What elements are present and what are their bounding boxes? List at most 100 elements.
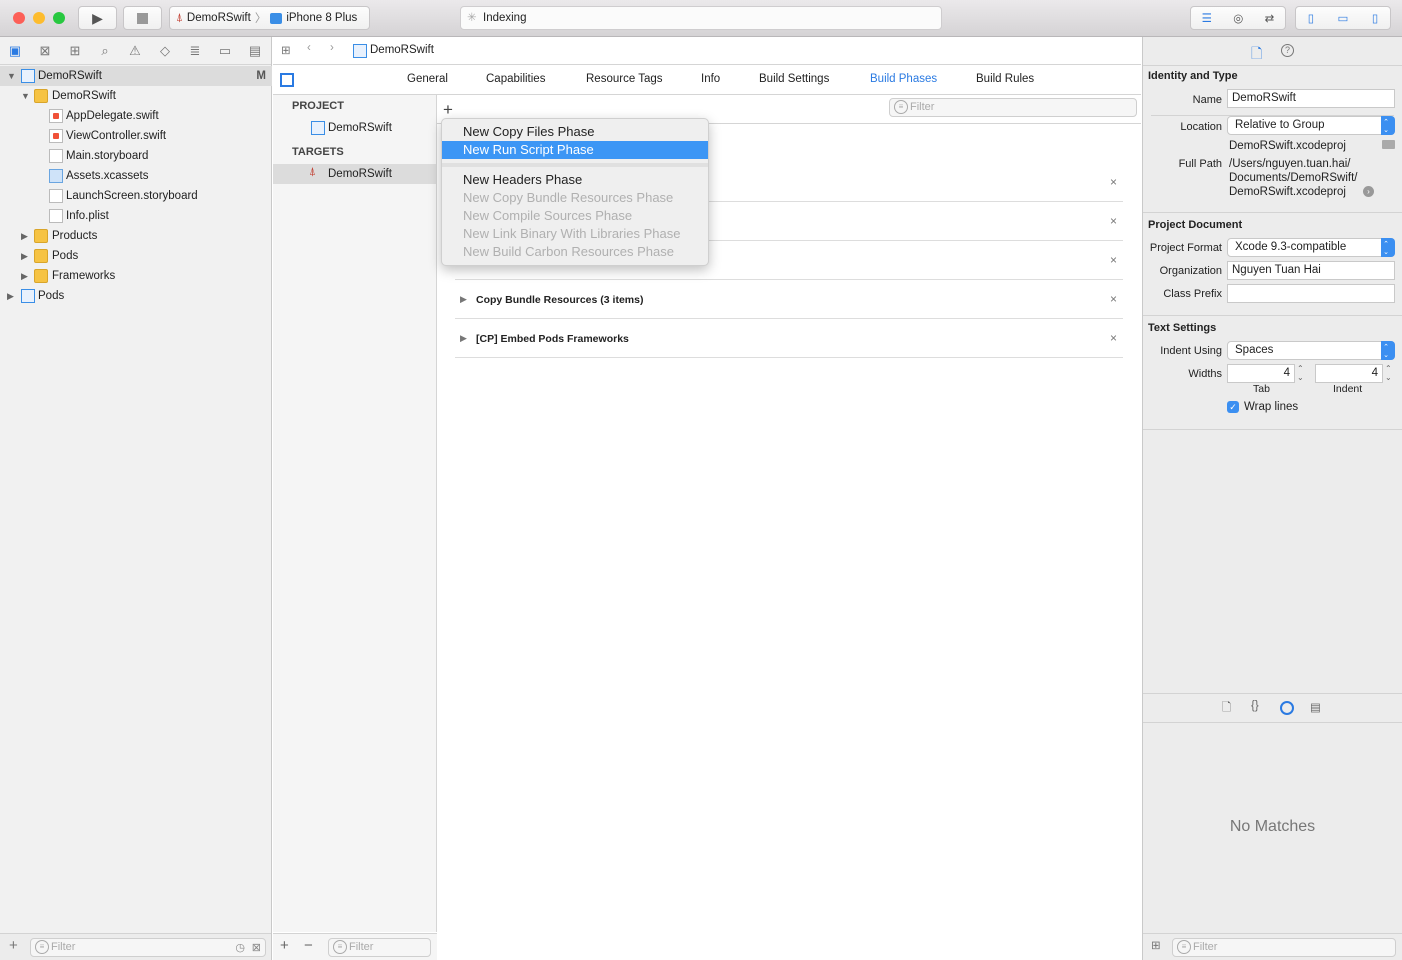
- add-build-phase-button[interactable]: +: [443, 100, 453, 120]
- add-icon[interactable]: +: [9, 937, 18, 954]
- version-editor-icon[interactable]: ⇄: [1265, 11, 1275, 25]
- object-library-icon[interactable]: [1280, 701, 1294, 715]
- view-toggle-control[interactable]: ▯ ▭ ▯: [1295, 6, 1391, 30]
- project-item[interactable]: DemoRSwift: [273, 118, 436, 138]
- disclosure-closed-icon[interactable]: ▶: [7, 286, 14, 306]
- code-snippet-library-icon[interactable]: {}: [1251, 700, 1259, 712]
- delete-phase-icon[interactable]: ×: [1110, 175, 1117, 189]
- related-items-icon[interactable]: ⊞: [281, 43, 291, 57]
- grid-view-icon[interactable]: ⊞: [1151, 938, 1161, 952]
- tree-item-file[interactable]: Main.storyboard: [0, 146, 272, 166]
- build-phase-filter-input[interactable]: Filter: [889, 98, 1137, 117]
- help-icon[interactable]: ?: [1281, 44, 1294, 57]
- editor-mode-control[interactable]: ☰ ◎ ⇄: [1190, 6, 1286, 30]
- tree-item-group[interactable]: ▶ Products: [0, 226, 272, 246]
- reveal-in-finder-icon[interactable]: ›: [1363, 186, 1374, 197]
- tree-item-group[interactable]: ▶ Pods: [0, 246, 272, 266]
- tab-info[interactable]: Info: [701, 73, 720, 85]
- delete-phase-icon[interactable]: ×: [1110, 253, 1117, 267]
- tree-item-group[interactable]: ▼ DemoRSwift: [0, 86, 272, 106]
- tree-item-project[interactable]: ▶ Pods: [0, 286, 272, 306]
- close-window-button[interactable]: [13, 12, 25, 24]
- target-item[interactable]: ⍋ DemoRSwift: [273, 164, 436, 184]
- forward-icon[interactable]: ›: [330, 42, 334, 54]
- recent-files-icon[interactable]: ◷: [235, 940, 245, 957]
- tab-capabilities[interactable]: Capabilities: [486, 73, 545, 85]
- build-phase-row[interactable]: ▶ [CP] Embed Pods Frameworks ×: [455, 319, 1123, 358]
- delete-phase-icon[interactable]: ×: [1110, 214, 1117, 228]
- project-format-popup[interactable]: Xcode 9.3-compatible: [1227, 238, 1395, 257]
- name-field[interactable]: DemoRSwift: [1227, 89, 1395, 108]
- reveal-folder-icon[interactable]: [1382, 140, 1395, 149]
- tree-item-file[interactable]: AppDelegate.swift: [0, 106, 272, 126]
- disclosure-open-icon[interactable]: ▼: [21, 86, 30, 106]
- disclosure-closed-icon[interactable]: ▶: [460, 294, 467, 305]
- tab-build-rules[interactable]: Build Rules: [976, 73, 1034, 85]
- library-filter-input[interactable]: Filter: [1172, 938, 1396, 957]
- symbol-icon[interactable]: ⊞: [60, 43, 90, 59]
- breakpoint-icon[interactable]: ▭: [210, 43, 240, 59]
- tree-item-file[interactable]: Info.plist: [0, 206, 272, 226]
- delete-phase-icon[interactable]: ×: [1110, 331, 1117, 345]
- target-filter-input[interactable]: Filter: [328, 938, 431, 957]
- wrap-lines-checkbox[interactable]: ✓: [1227, 401, 1239, 413]
- media-library-icon[interactable]: ▤: [1310, 700, 1321, 714]
- tab-general[interactable]: General: [407, 73, 448, 85]
- target-item-label: DemoRSwift: [328, 168, 392, 180]
- tree-item-group[interactable]: ▶ Frameworks: [0, 266, 272, 286]
- swift-file-icon: [49, 109, 63, 123]
- tree-item-file[interactable]: ViewController.swift: [0, 126, 272, 146]
- sidebar-toggle-icon[interactable]: [280, 73, 294, 87]
- stop-button[interactable]: [123, 6, 162, 30]
- navigator-filter-input[interactable]: Filter ◷ ⊠: [30, 938, 266, 957]
- tab-build-phases[interactable]: Build Phases: [870, 73, 937, 85]
- assistant-editor-icon[interactable]: ◎: [1233, 11, 1243, 25]
- class-prefix-field[interactable]: [1227, 284, 1395, 303]
- menu-item-new-headers-phase[interactable]: New Headers Phase: [442, 171, 708, 189]
- indent-width-stepper[interactable]: ⌃ ⌄: [1385, 364, 1392, 382]
- zoom-window-button[interactable]: [53, 12, 65, 24]
- report-icon[interactable]: ▤: [240, 43, 270, 59]
- disclosure-closed-icon[interactable]: ▶: [460, 333, 467, 344]
- source-control-icon[interactable]: ⊠: [30, 43, 60, 59]
- breadcrumb[interactable]: DemoRSwift: [370, 44, 434, 56]
- standard-editor-icon[interactable]: ☰: [1202, 11, 1212, 25]
- back-icon[interactable]: ‹: [307, 42, 311, 54]
- file-template-library-icon[interactable]: 🗋: [1222, 700, 1231, 719]
- add-target-icon[interactable]: +: [280, 937, 289, 954]
- indent-width-field[interactable]: 4: [1315, 364, 1383, 383]
- tab-width-stepper[interactable]: ⌃ ⌄: [1297, 364, 1304, 382]
- debug-toggle-icon[interactable]: ▭: [1338, 11, 1349, 25]
- scm-filter-icon[interactable]: ⊠: [252, 940, 261, 957]
- tab-build-settings[interactable]: Build Settings: [759, 73, 829, 85]
- organization-field[interactable]: Nguyen Tuan Hai: [1227, 261, 1395, 280]
- navigator-toggle-icon[interactable]: ▯: [1308, 11, 1314, 25]
- disclosure-open-icon[interactable]: ▼: [7, 66, 16, 86]
- delete-phase-icon[interactable]: ×: [1110, 292, 1117, 306]
- test-icon[interactable]: ◇: [150, 43, 180, 59]
- tab-resource-tags[interactable]: Resource Tags: [586, 73, 663, 85]
- build-phase-row[interactable]: ▶ Copy Bundle Resources (3 items) ×: [455, 280, 1123, 319]
- project-target-list: PROJECT DemoRSwift TARGETS ⍋ DemoRSwift: [273, 95, 437, 932]
- menu-item-new-run-script-phase[interactable]: New Run Script Phase: [442, 141, 708, 159]
- disclosure-closed-icon[interactable]: ▶: [21, 226, 28, 246]
- tree-item-file[interactable]: Assets.xcassets: [0, 166, 272, 186]
- remove-target-icon[interactable]: −: [304, 937, 313, 954]
- location-popup[interactable]: Relative to Group: [1227, 116, 1395, 135]
- folder-icon[interactable]: ▣: [0, 43, 30, 59]
- menu-item-new-copy-files-phase[interactable]: New Copy Files Phase: [442, 123, 708, 141]
- debug-icon[interactable]: ≣: [180, 43, 210, 59]
- warning-icon[interactable]: ⚠: [120, 43, 150, 59]
- disclosure-closed-icon[interactable]: ▶: [21, 246, 28, 266]
- inspector-toggle-icon[interactable]: ▯: [1372, 11, 1378, 25]
- tree-item-file[interactable]: LaunchScreen.storyboard: [0, 186, 272, 206]
- tab-width-field[interactable]: 4: [1227, 364, 1295, 383]
- scheme-selector[interactable]: ⍋ DemoRSwift 〉 iPhone 8 Plus: [169, 6, 370, 30]
- file-inspector-icon[interactable]: 🗋: [1251, 43, 1262, 67]
- minimize-window-button[interactable]: [33, 12, 45, 24]
- search-icon[interactable]: ⌕: [90, 43, 120, 59]
- run-button[interactable]: ▶: [78, 6, 117, 30]
- disclosure-closed-icon[interactable]: ▶: [21, 266, 28, 286]
- indent-using-popup[interactable]: Spaces: [1227, 341, 1395, 360]
- tree-item-project[interactable]: ▼ DemoRSwift M: [0, 66, 272, 86]
